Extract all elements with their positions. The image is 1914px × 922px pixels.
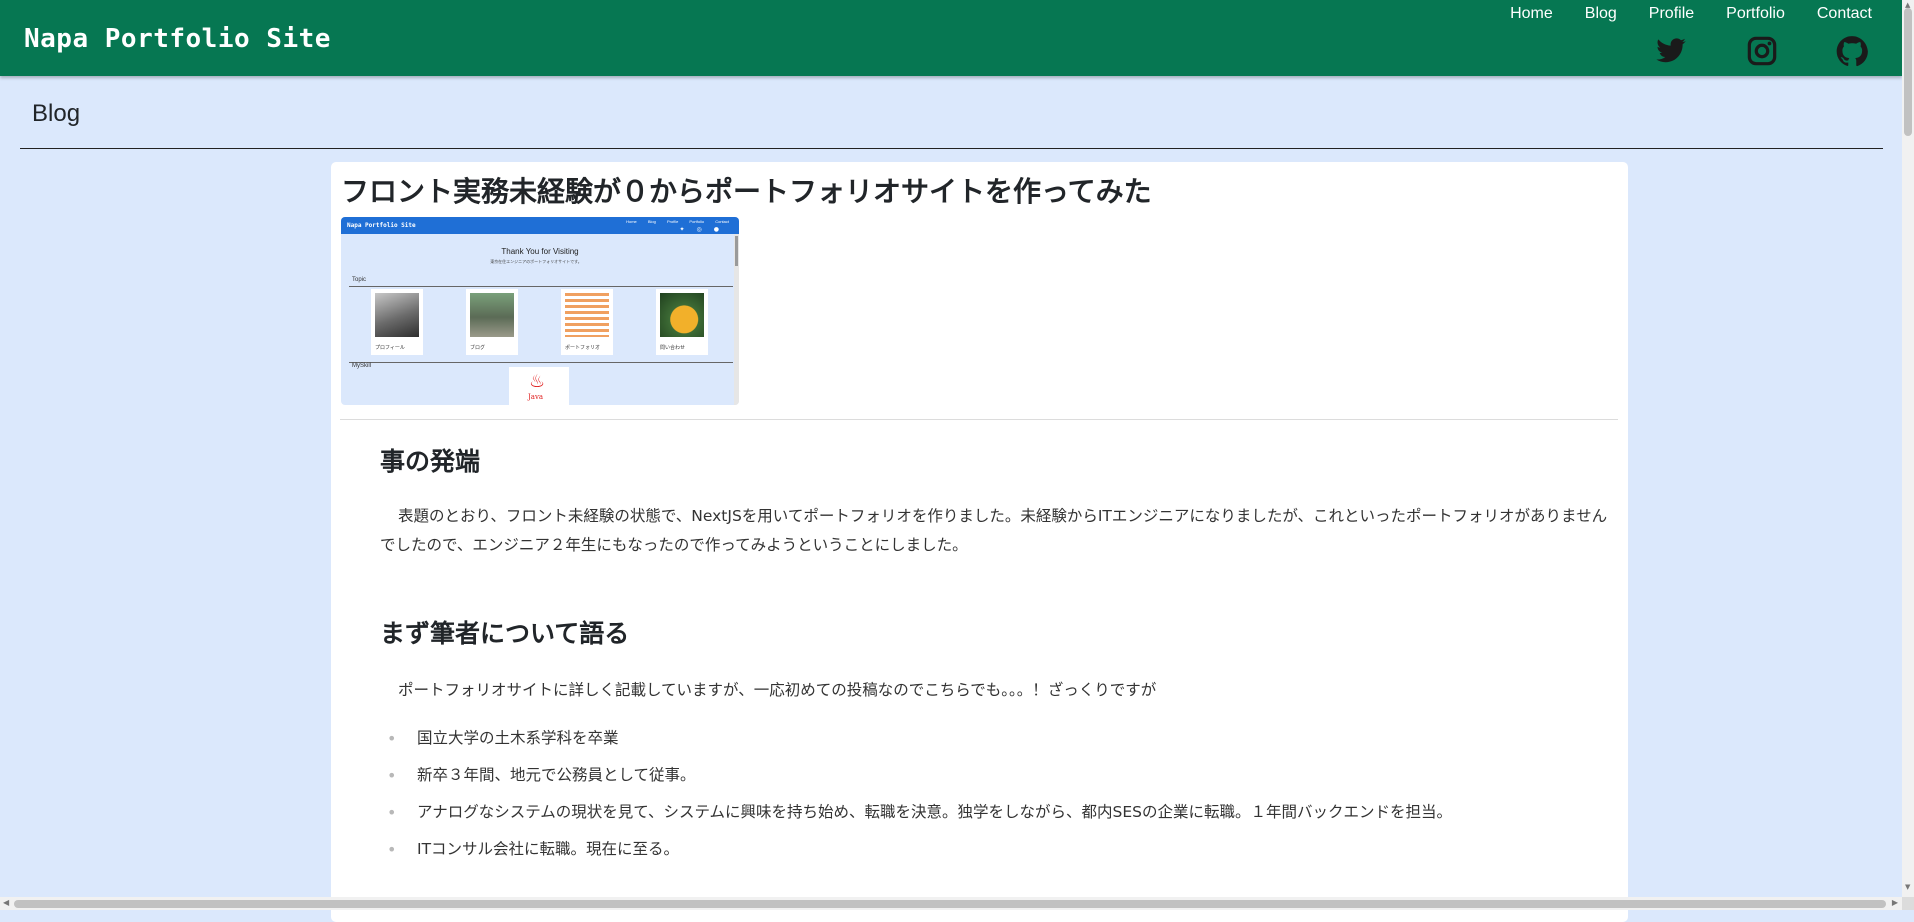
thumb-rule [349,286,733,287]
portfolio-photo [565,293,609,337]
list-item: アナログなシステムの現状を見て、システムに興味を持ち始め、転職を決意。独学をしな… [380,794,1452,831]
nav-links: Home Blog Profile Portfolio Contact [1478,5,1872,23]
article-divider [340,419,1618,420]
list-item: 国立大学の土木系学科を卒業 [380,720,1452,757]
article-title: フロント実務未経験が０からポートフォリオサイトを作ってみた [341,175,1152,208]
thumb-java-card: ♨ Java [509,367,569,405]
thumb-card-caption: ポートフォリオ [565,345,601,351]
java-logo-icon: ♨ [529,371,546,392]
scroll-right-icon[interactable]: ▶ [1892,898,1898,907]
scroll-left-icon[interactable]: ◀ [3,898,9,907]
profile-photo [375,293,419,337]
thumb-nav: Home Blog Profile Portfolio Contact [626,219,729,224]
section-heading: 事の発端 [380,447,481,476]
thumb-card-caption: 問い合わせ [660,345,686,351]
blog-photo [470,293,514,337]
vertical-scrollbar[interactable]: ▲ ▼ [1902,0,1914,910]
thumb-subtitle: 東京在住エンジニアのポートフォリオサイトです。 [490,259,582,264]
author-bullet-list: 国立大学の土木系学科を卒業 新卒３年間、地元で公務員として従事。 アナログなシス… [380,720,1452,868]
thumb-card-portfolio: ポートフォリオ [561,289,613,355]
list-item: 新卒３年間、地元で公務員として従事。 [380,757,1452,794]
section-heading: まず筆者について語る [380,619,630,648]
vertical-scroll-thumb[interactable] [1904,8,1912,136]
thumb-skill-label: MySkill [352,363,371,369]
nav-contact[interactable]: Contact [1817,5,1872,23]
section-paragraph: ポートフォリオサイトに詳しく記載していますが、一応初めての投稿なのでこちらでも。… [398,681,1157,699]
twitter-icon[interactable] [1655,35,1687,67]
thumb-java-label: Java [528,393,544,401]
thumb-card-blog: ブログ [466,289,518,355]
thumb-social-icons: ✦◎● [679,226,731,233]
thumb-scrollbar [734,234,739,405]
section-paragraph: 表題のとおり、フロント未経験の状態で、NextJSを用いてポートフォリオを作りま… [380,507,1608,554]
nav-blog[interactable]: Blog [1585,5,1617,23]
section-divider [20,148,1883,149]
contact-photo [660,293,704,337]
thumb-card-caption: プロフィール [375,345,405,351]
horizontal-scroll-thumb[interactable] [14,900,1886,908]
thumb-thanks: Thank You for Visiting [501,247,579,256]
thumb-card-profile: プロフィール [371,289,423,355]
thumb-card-contact: 問い合わせ [656,289,708,355]
list-item: ITコンサル会社に転職。現在に至る。 [380,831,1452,868]
scroll-down-icon[interactable]: ▼ [1905,883,1910,891]
top-navbar: Napa Portfolio Site Home Blog Profile Po… [0,0,1902,76]
nav-portfolio[interactable]: Portfolio [1726,5,1785,23]
thumb-brand: Napa Portfolio Site [347,222,416,229]
scrollbar-corner [1902,897,1914,910]
article-card: フロント実務未経験が０からポートフォリオサイトを作ってみた Napa Portf… [331,162,1628,922]
site-brand[interactable]: Napa Portfolio Site [24,24,331,54]
horizontal-scrollbar[interactable]: ◀ ▶ [0,897,1902,910]
github-icon[interactable] [1836,35,1868,67]
thumb-rule [349,362,733,363]
instagram-icon[interactable] [1746,35,1778,67]
nav-profile[interactable]: Profile [1649,5,1694,23]
thumb-topic-label: Topic [352,277,367,283]
nav-home[interactable]: Home [1510,5,1553,23]
page-section-title: Blog [32,100,81,127]
thumb-card-caption: ブログ [470,345,486,351]
article-thumbnail[interactable]: Napa Portfolio Site Home Blog Profile Po… [341,217,739,405]
